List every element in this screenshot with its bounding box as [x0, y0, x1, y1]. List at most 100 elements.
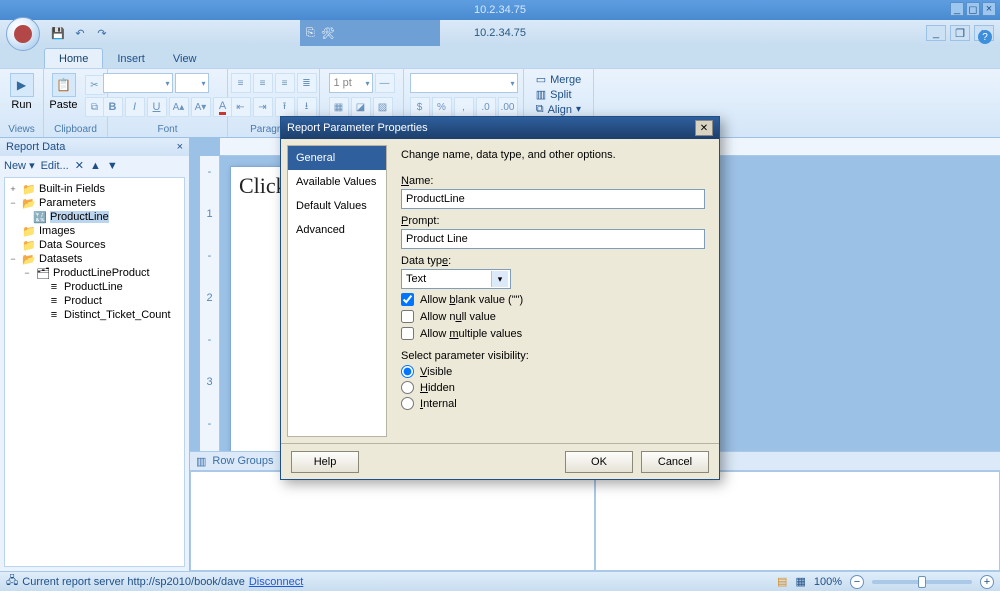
- tree-node-product-field[interactable]: ≡Product: [7, 294, 182, 308]
- indent-inc-button[interactable]: ⇥: [253, 97, 273, 117]
- paste-button[interactable]: 📋Paste: [47, 73, 81, 111]
- dec-inc-button[interactable]: .0: [476, 97, 496, 117]
- help-button[interactable]: Help: [291, 451, 359, 473]
- dialog-close-button[interactable]: ✕: [695, 120, 713, 136]
- align-right-button[interactable]: ≡: [275, 73, 295, 93]
- nav-available-values[interactable]: Available Values: [288, 170, 386, 194]
- tree-node-datasources[interactable]: 📁Data Sources: [7, 238, 182, 252]
- border-style-button[interactable]: —: [375, 73, 395, 93]
- report-data-tree[interactable]: +📁Built-in Fields −📂Parameters 🔣ProductL…: [4, 177, 185, 567]
- indent-dec-button[interactable]: ⇤: [231, 97, 251, 117]
- allow-blank-checkbox[interactable]: Allow blank value (""): [401, 293, 705, 306]
- new-menu-button[interactable]: New ▾: [4, 159, 35, 172]
- undo-icon[interactable]: ↶: [72, 25, 88, 41]
- tree-node-plp[interactable]: −🗂ProductLineProduct: [7, 266, 182, 280]
- datatype-select[interactable]: Text: [401, 269, 511, 289]
- inner-restore-button[interactable]: ❐: [950, 25, 970, 41]
- edit-button[interactable]: Edit...: [41, 160, 69, 172]
- percent-button[interactable]: %: [432, 97, 452, 117]
- tree-node-datasets[interactable]: −📂Datasets: [7, 252, 182, 266]
- app-orb-button[interactable]: [6, 17, 40, 51]
- design-mode-icon[interactable]: ▤: [777, 575, 787, 588]
- prompt-input[interactable]: [401, 229, 705, 249]
- copy-button[interactable]: ⧉: [85, 97, 105, 117]
- split-button[interactable]: ▥Split: [536, 88, 572, 101]
- number-format-combo[interactable]: [410, 73, 518, 93]
- nav-advanced[interactable]: Advanced: [288, 218, 386, 242]
- tree-node-builtin[interactable]: +📁Built-in Fields: [7, 182, 182, 196]
- currency-button[interactable]: $: [410, 97, 430, 117]
- prompt-label: Prompt:: [401, 215, 705, 227]
- valign-bottom-button[interactable]: ⭳: [297, 97, 317, 117]
- thousands-button[interactable]: ,: [454, 97, 474, 117]
- border-color-button[interactable]: ◪: [351, 97, 371, 117]
- dialog-titlebar[interactable]: Report Parameter Properties ✕: [281, 117, 719, 139]
- vertical-ruler: -1-2-3-4: [200, 156, 220, 451]
- radio-visible[interactable]: Visible: [401, 365, 705, 378]
- cut-button[interactable]: ✂: [85, 75, 105, 95]
- allow-null-checkbox[interactable]: Allow null value: [401, 310, 705, 323]
- outer-close-button[interactable]: ×: [982, 2, 996, 16]
- zoom-in-button[interactable]: +: [980, 575, 994, 589]
- tree-node-pl-field[interactable]: ≡ProductLine: [7, 280, 182, 294]
- collapse-groups-icon[interactable]: ▥: [196, 455, 206, 468]
- valign-top-button[interactable]: ⭱: [275, 97, 295, 117]
- report-data-pane: Report Data × New ▾ Edit... ✕ ▲ ▼ +📁Buil…: [0, 138, 190, 571]
- nav-general[interactable]: General: [288, 146, 386, 170]
- zoom-thumb[interactable]: [918, 576, 926, 588]
- delete-button[interactable]: ✕: [75, 159, 84, 172]
- font-grow-button[interactable]: A▴: [169, 97, 189, 117]
- underline-button[interactable]: U: [147, 97, 167, 117]
- tree-node-dtc-field[interactable]: ≡Distinct_Ticket_Count: [7, 308, 182, 322]
- help-icon[interactable]: ?: [978, 30, 992, 44]
- parameter-properties-dialog: Report Parameter Properties ✕ General Av…: [280, 116, 720, 480]
- dec-dec-button[interactable]: .00: [498, 97, 518, 117]
- move-down-button[interactable]: ▼: [107, 160, 118, 172]
- tab-home[interactable]: Home: [44, 48, 103, 68]
- radio-hidden[interactable]: Hidden: [401, 381, 705, 394]
- bold-button[interactable]: B: [103, 97, 123, 117]
- disconnect-link[interactable]: Disconnect: [249, 576, 303, 588]
- cancel-button[interactable]: Cancel: [641, 451, 709, 473]
- ok-button[interactable]: OK: [565, 451, 633, 473]
- tree-node-parameters[interactable]: −📂Parameters: [7, 196, 182, 210]
- name-input[interactable]: [401, 189, 705, 209]
- font-shrink-button[interactable]: A▾: [191, 97, 211, 117]
- row-groups-pane[interactable]: [190, 471, 595, 571]
- outer-maximize-button[interactable]: ◻: [966, 2, 980, 16]
- border-sides-button[interactable]: ▦: [329, 97, 349, 117]
- preview-mode-icon[interactable]: ▦: [795, 575, 805, 588]
- align-left-button[interactable]: ≡: [231, 73, 251, 93]
- save-icon[interactable]: 💾: [50, 25, 66, 41]
- allow-multiple-checkbox[interactable]: Allow multiple values: [401, 327, 705, 340]
- run-button[interactable]: ▶Run: [5, 73, 39, 111]
- fill-color-button[interactable]: ▨: [373, 97, 393, 117]
- italic-button[interactable]: I: [125, 97, 145, 117]
- tree-node-images[interactable]: 📁Images: [7, 224, 182, 238]
- pin-icon[interactable]: ⎘: [306, 27, 315, 40]
- status-text: Current report server http://sp2010/book…: [22, 576, 245, 588]
- nav-default-values[interactable]: Default Values: [288, 194, 386, 218]
- align-menu-button[interactable]: ⧉Align ▾: [536, 103, 581, 116]
- outer-window-titlebar: 10.2.34.75 _ ◻ ×: [0, 0, 1000, 20]
- zoom-slider[interactable]: [872, 580, 972, 584]
- border-width-combo[interactable]: 1 pt: [329, 73, 373, 93]
- tab-view[interactable]: View: [159, 49, 211, 68]
- inner-minimize-button[interactable]: _: [926, 25, 946, 41]
- column-groups-pane[interactable]: [595, 471, 1000, 571]
- merge-button[interactable]: ▭Merge: [536, 73, 582, 86]
- font-family-combo[interactable]: [103, 73, 173, 93]
- tools-icon[interactable]: 🛠: [321, 27, 335, 40]
- redo-icon[interactable]: ↷: [94, 25, 110, 41]
- radio-internal[interactable]: Internal: [401, 397, 705, 410]
- justify-button[interactable]: ≣: [297, 73, 317, 93]
- group-label-font: Font: [157, 124, 177, 137]
- tab-insert[interactable]: Insert: [103, 49, 159, 68]
- report-data-close-button[interactable]: ×: [177, 141, 183, 153]
- outer-minimize-button[interactable]: _: [950, 2, 964, 16]
- move-up-button[interactable]: ▲: [90, 160, 101, 172]
- font-size-combo[interactable]: [175, 73, 209, 93]
- tree-node-productline-param[interactable]: 🔣ProductLine: [7, 210, 182, 224]
- zoom-out-button[interactable]: −: [850, 575, 864, 589]
- align-center-button[interactable]: ≡: [253, 73, 273, 93]
